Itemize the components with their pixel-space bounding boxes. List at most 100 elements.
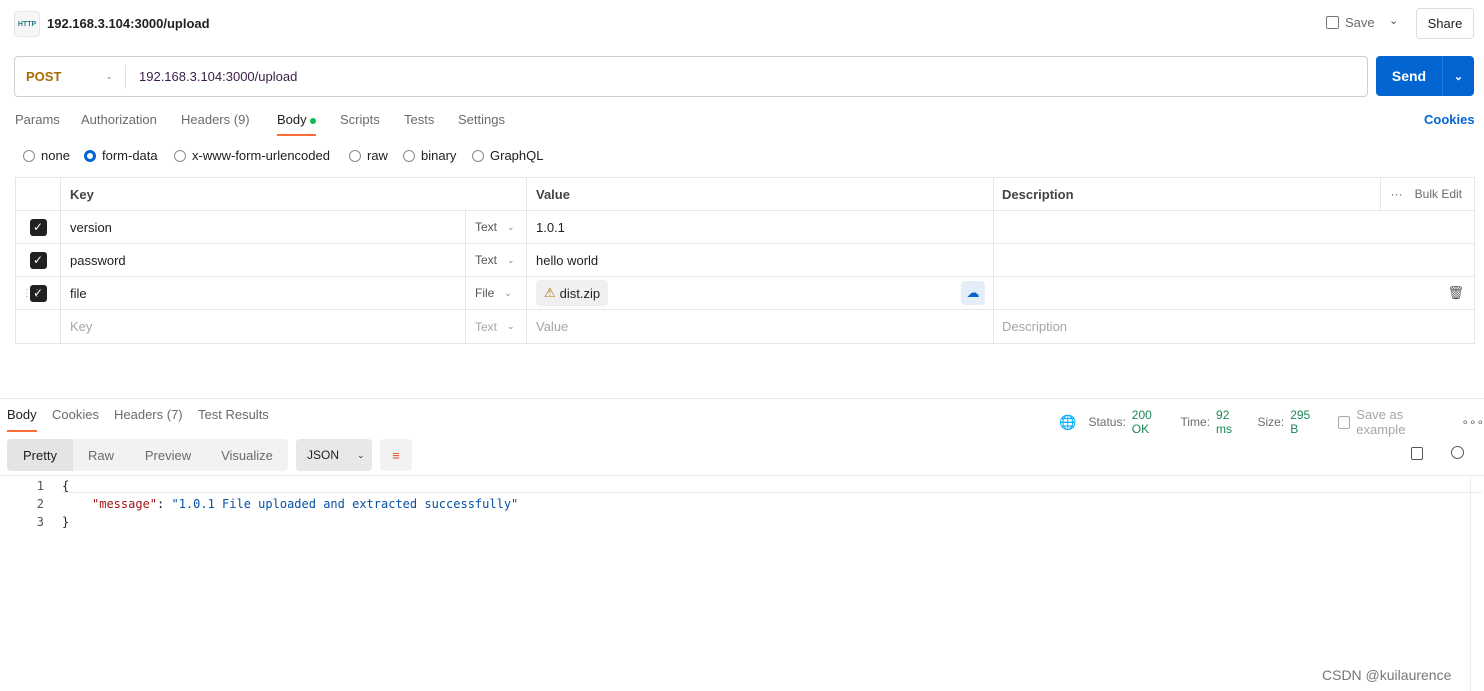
- radio-graphql[interactable]: GraphQL: [472, 148, 543, 163]
- key-input[interactable]: Key: [61, 310, 466, 343]
- pane-divider[interactable]: [0, 398, 1484, 399]
- view-pretty[interactable]: Pretty: [7, 439, 73, 471]
- tab-tests[interactable]: Tests: [404, 112, 434, 127]
- more-options-icon[interactable]: ∘∘∘: [1461, 415, 1484, 429]
- radio-urlencoded[interactable]: x-www-form-urlencoded: [174, 148, 330, 163]
- save-button[interactable]: Save: [1326, 15, 1375, 30]
- url-input[interactable]: 192.168.3.104:3000/upload: [139, 69, 297, 84]
- table-row: ✓ version Text ⌄ 1.0.1: [16, 211, 1474, 244]
- type-label: Text: [475, 220, 498, 234]
- format-label: JSON: [307, 448, 340, 462]
- radio-none[interactable]: none: [23, 148, 70, 163]
- url-bar: POST ⌄ 192.168.3.104:3000/upload: [14, 56, 1368, 97]
- radio-label: GraphQL: [490, 148, 544, 163]
- table-row: ✓ password Text ⌄ hello world: [16, 244, 1474, 277]
- response-tab-headers[interactable]: Headers (7): [114, 407, 183, 422]
- checkbox-checked-icon[interactable]: ✓: [29, 218, 47, 236]
- response-tab-body[interactable]: Body: [7, 407, 37, 432]
- save-icon: [1326, 16, 1339, 29]
- cookies-link[interactable]: Cookies: [1424, 112, 1475, 127]
- globe-icon[interactable]: 🌐: [1059, 414, 1076, 431]
- type-label: Text: [475, 319, 498, 334]
- bulk-edit-label: Bulk Edit: [1414, 187, 1462, 201]
- share-button[interactable]: Share: [1416, 8, 1474, 39]
- tab-scripts[interactable]: Scripts: [340, 112, 380, 127]
- table-row: ⋮⋮ ✓ file File ⌄ ⚠ dist.zip ☁ 🗑: [16, 277, 1474, 310]
- send-button[interactable]: Send ⌄: [1376, 56, 1474, 96]
- upload-cloud-icon[interactable]: ☁: [961, 281, 985, 305]
- column-value: Value: [527, 178, 994, 210]
- watermark: CSDN @kuilaurence: [1322, 667, 1452, 683]
- divider: [125, 65, 126, 89]
- bulk-edit-button[interactable]: ··· Bulk Edit: [1379, 178, 1462, 210]
- value-cell[interactable]: hello world: [527, 244, 994, 276]
- warning-icon: ⚠: [544, 285, 556, 300]
- save-example-button[interactable]: Save as example: [1338, 407, 1445, 437]
- send-label: Send: [1391, 68, 1427, 84]
- time-value[interactable]: 92 ms: [1216, 408, 1245, 436]
- type-select[interactable]: Text ⌄: [466, 244, 527, 276]
- status-label: Status:: [1088, 415, 1126, 429]
- column-description: Description ··· Bulk Edit: [994, 178, 1474, 210]
- description-cell[interactable]: [994, 244, 1474, 276]
- description-cell[interactable]: 🗑: [994, 277, 1474, 309]
- radio-label: raw: [367, 148, 388, 163]
- delete-icon[interactable]: 🗑: [1447, 285, 1464, 301]
- status-value[interactable]: 200 OK: [1132, 408, 1169, 436]
- tab-settings[interactable]: Settings: [458, 112, 505, 127]
- radio-binary[interactable]: binary: [403, 148, 456, 163]
- line-number: 1: [36, 479, 44, 493]
- description-input[interactable]: Description: [994, 310, 1474, 343]
- format-select[interactable]: JSON ⌄: [296, 439, 372, 471]
- json-key: "message": [92, 497, 158, 511]
- checkbox-checked-icon[interactable]: ✓: [29, 251, 47, 269]
- type-select[interactable]: File ⌄: [466, 277, 527, 309]
- radio-form-data[interactable]: form-data: [84, 148, 158, 163]
- save-options-chevron-icon[interactable]: ⌄: [1389, 14, 1398, 27]
- view-raw[interactable]: Raw: [73, 448, 129, 463]
- tab-authorization[interactable]: Authorization: [81, 112, 157, 127]
- description-cell[interactable]: [994, 211, 1474, 243]
- size-label: Size:: [1257, 415, 1285, 429]
- file-name: dist.zip: [559, 285, 601, 301]
- code-top-border: [0, 475, 1484, 476]
- search-icon[interactable]: [1451, 446, 1464, 459]
- column-description-label: Description: [1002, 186, 1074, 202]
- view-preview[interactable]: Preview: [129, 448, 207, 463]
- key-cell[interactable]: password: [61, 244, 466, 276]
- response-tab-test-results[interactable]: Test Results: [198, 407, 269, 422]
- tab-params[interactable]: Params: [15, 112, 60, 127]
- chevron-down-icon: ⌄: [105, 71, 113, 81]
- table-row-new: Key Text ⌄ Value Description: [16, 310, 1474, 343]
- tab-headers[interactable]: Headers (9): [181, 112, 250, 127]
- chevron-down-icon: ⌄: [504, 287, 512, 298]
- send-options-chevron-icon[interactable]: ⌄: [1443, 70, 1474, 83]
- request-title: 192.168.3.104:3000/upload: [47, 16, 210, 31]
- scrollbar[interactable]: [1470, 476, 1482, 691]
- view-visualize[interactable]: Visualize: [207, 448, 287, 463]
- method-select[interactable]: POST ⌄: [15, 57, 125, 96]
- key-cell[interactable]: file: [61, 277, 466, 309]
- tab-body[interactable]: Body: [277, 112, 317, 136]
- radio-label: none: [41, 148, 70, 163]
- chevron-down-icon: ⌄: [507, 321, 515, 331]
- tab-body-label: Body: [277, 112, 307, 127]
- line-numbers: 1 2 3: [30, 477, 44, 531]
- radio-icon: [23, 149, 35, 162]
- copy-icon[interactable]: [1411, 447, 1423, 460]
- type-select[interactable]: Text ⌄: [466, 211, 527, 243]
- value-input[interactable]: Value: [527, 310, 994, 343]
- type-select[interactable]: Text ⌄: [466, 310, 527, 343]
- radio-raw[interactable]: raw: [349, 148, 388, 163]
- file-chip[interactable]: ⚠ dist.zip: [536, 280, 609, 306]
- response-tab-cookies[interactable]: Cookies: [52, 407, 99, 422]
- drag-handle-icon[interactable]: ⋮⋮: [22, 288, 42, 298]
- wrap-lines-icon[interactable]: ≡: [380, 439, 412, 471]
- size-value[interactable]: 295 B: [1290, 408, 1318, 436]
- type-label: Text: [475, 253, 498, 267]
- value-cell[interactable]: 1.0.1: [527, 211, 994, 243]
- response-body[interactable]: { "message": "1.0.1 File uploaded and ex…: [62, 477, 518, 531]
- key-cell[interactable]: version: [61, 211, 466, 243]
- radio-icon: [403, 149, 415, 162]
- active-dot-icon: [310, 117, 317, 124]
